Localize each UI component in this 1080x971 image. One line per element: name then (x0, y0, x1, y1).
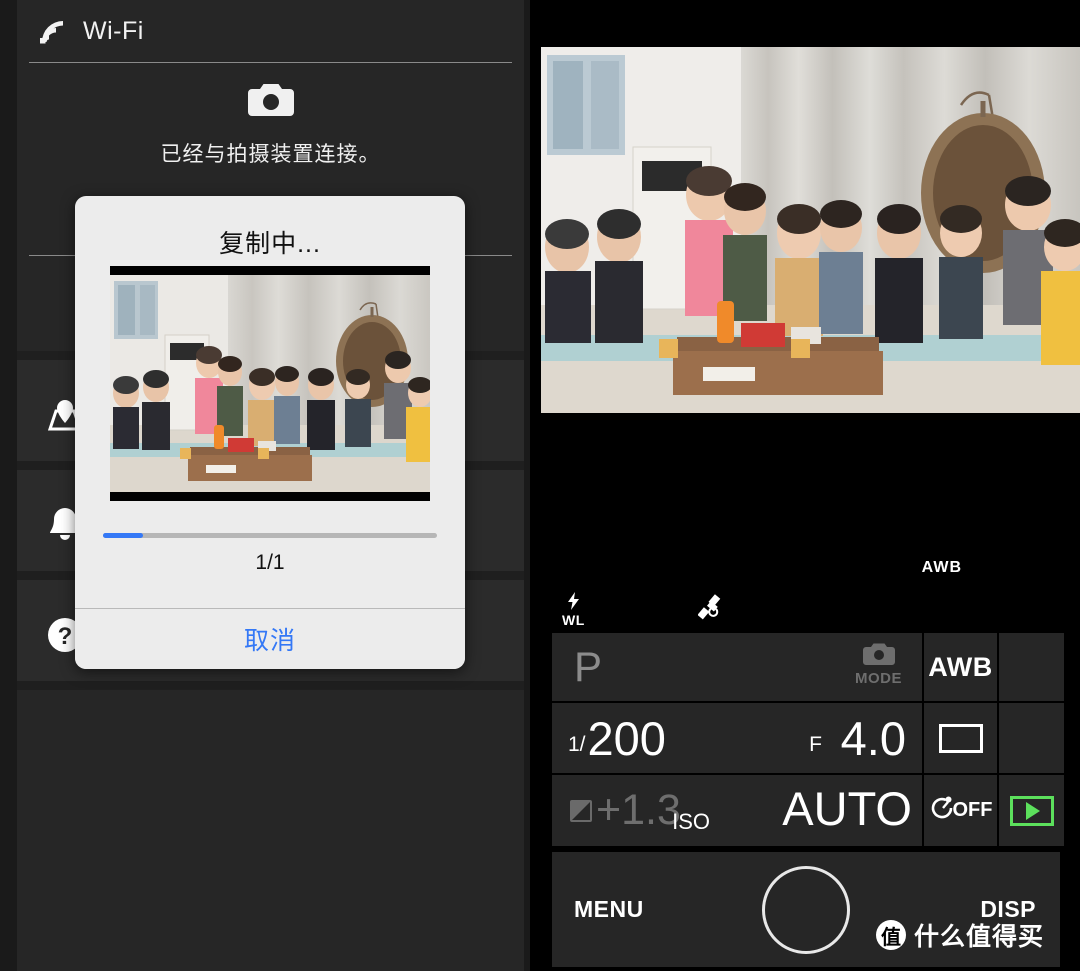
connection-status-block: 已经与拍摄装置连接。 (17, 80, 524, 168)
shoot-mode-cell[interactable]: P MODE (552, 633, 922, 701)
progress-bar-track (103, 533, 437, 538)
header-divider (29, 62, 512, 63)
progress-bar-fill (103, 533, 144, 538)
satellite-icon (697, 594, 728, 627)
cancel-button[interactable]: 取消 (75, 609, 465, 669)
camera-icon (247, 80, 294, 116)
dialog-title: 复制中... (219, 230, 321, 258)
row-gap (17, 681, 524, 690)
iso-value: AUTO (782, 782, 912, 835)
screenshot-root: Wi-Fi 已经与拍摄装置连接。 ? 复制中... 1/1 取消 AWB WL … (0, 0, 1080, 971)
shutter-prefix: 1/ (568, 733, 586, 756)
watermark-text: 什么值得买 (913, 923, 1044, 951)
site-watermark: 值 什么值得买 (875, 917, 1044, 953)
awb-status-label: AWB (921, 559, 962, 576)
shutter-release-button[interactable] (762, 865, 850, 954)
empty-cell-top-right (999, 633, 1064, 701)
group-photo-thumbnail (110, 275, 430, 492)
iso-exposure-cell[interactable]: +1.3 ISO AUTO (552, 775, 922, 846)
playback-icon (1009, 795, 1054, 826)
aperture-value: 4.0 (840, 712, 906, 765)
wifi-title: Wi-Fi (83, 16, 144, 45)
camera-control-grid: P MODE AWB 1/ 200 F 4.0 +1.3 ISO AUTO OF… (552, 633, 1064, 846)
aspect-ratio-icon (938, 723, 983, 753)
svg-text:?: ? (58, 623, 73, 650)
shutter-speed-value: 200 (587, 711, 666, 765)
aperture-prefix: F (809, 733, 822, 756)
phone-app-pane: Wi-Fi 已经与拍摄装置连接。 ? 复制中... 1/1 取消 (0, 0, 530, 971)
aspect-ratio-cell[interactable] (924, 703, 997, 773)
wifi-header: Wi-Fi (17, 0, 524, 62)
dialog-thumbnail (110, 266, 430, 501)
live-view-group-photo (541, 47, 1080, 413)
exposure-compensation-icon (570, 799, 592, 822)
camera-icon (855, 641, 902, 670)
camera-remote-pane: AWB WL P MODE AWB 1/ 200 F 4.0 +1.3 ISO … (530, 0, 1080, 971)
empty-cell-mid-right (999, 703, 1064, 773)
copy-progress-dialog: 复制中... 1/1 取消 (75, 196, 465, 669)
flash-mode-label: WL (562, 612, 585, 628)
shoot-mode-value: P (574, 643, 603, 690)
mode-label: MODE (855, 670, 902, 687)
self-timer-cell[interactable]: OFF (924, 775, 997, 846)
menu-button[interactable]: MENU (574, 896, 644, 923)
flash-bolt-icon (562, 592, 585, 613)
playback-cell[interactable] (999, 775, 1064, 846)
camera-bottom-bar: MENU DISP 值 什么值得买 (552, 852, 1060, 967)
mode-button[interactable]: MODE (855, 641, 902, 688)
white-balance-value: AWB (928, 651, 993, 682)
watermark-badge: 值 (875, 920, 906, 950)
progress-count: 1/1 (255, 551, 285, 574)
self-timer-indicator: OFF (929, 794, 993, 827)
iso-prefix: ISO (672, 809, 710, 834)
self-timer-value: OFF (952, 799, 993, 821)
live-view[interactable] (541, 47, 1080, 413)
exposure-cell[interactable]: 1/ 200 F 4.0 (552, 703, 922, 773)
exposure-compensation-value: +1.3 (596, 786, 681, 834)
connection-status-text: 已经与拍摄装置连接。 (160, 143, 381, 166)
flash-wireless-indicator: WL (562, 592, 585, 629)
white-balance-cell[interactable]: AWB (924, 633, 997, 701)
wifi-icon (37, 16, 67, 46)
